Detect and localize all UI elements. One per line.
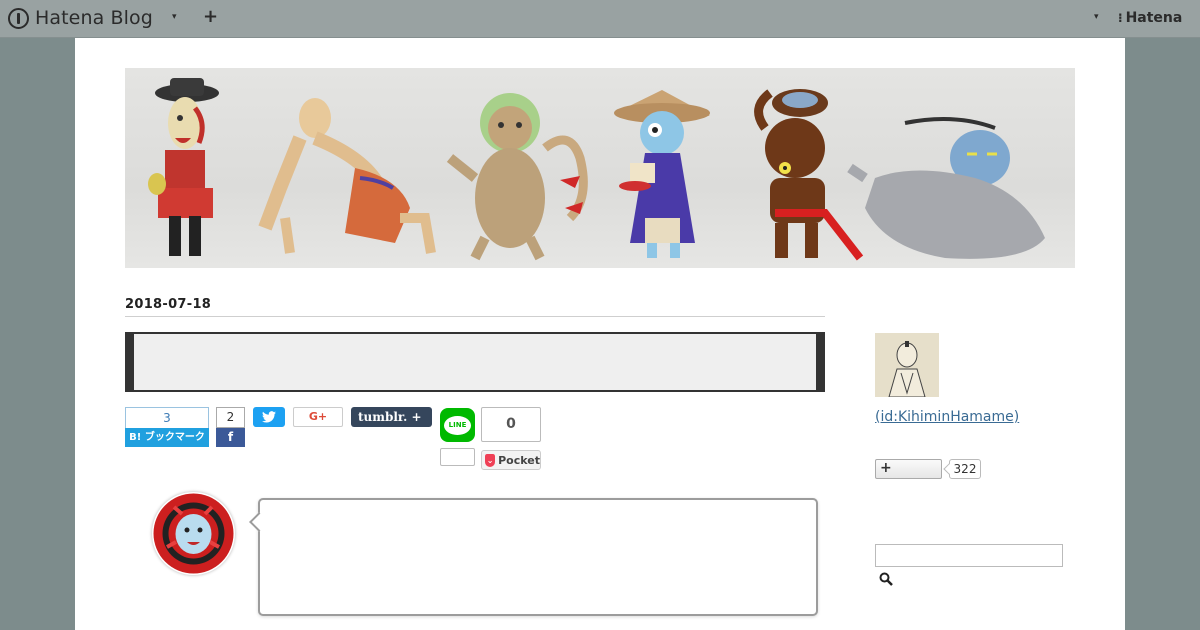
- twitter-icon: [262, 411, 276, 423]
- hatena-link[interactable]: ⁝ Hatena: [1118, 10, 1182, 26]
- facebook-share-button[interactable]: 2 f: [216, 407, 245, 447]
- yokai-figure-2: [258, 98, 436, 254]
- blog-menu-chevron-down-icon[interactable]: ▾: [172, 12, 177, 22]
- hatena-bookmark-label: B! ブックマーク: [125, 428, 209, 447]
- date-divider: [125, 316, 825, 317]
- pocket-label: Pocket: [498, 453, 540, 467]
- search-icon[interactable]: [879, 572, 893, 586]
- entry-title-box: [125, 332, 825, 392]
- profile-portrait: [875, 333, 939, 397]
- add-entry-button[interactable]: +: [203, 6, 218, 27]
- hatena-blog-logo-text: Hatena Blog: [35, 7, 153, 29]
- yokai-figure-6: [847, 117, 1045, 259]
- facebook-share-count: 2: [216, 407, 245, 428]
- hatena-bookmark-button[interactable]: 3 B! ブックマーク: [125, 407, 209, 447]
- hatena-blog-logo[interactable]: Hatena Blog: [8, 7, 153, 29]
- subscriber-count: 322: [949, 459, 981, 479]
- entry-date[interactable]: 2018-07-18: [125, 297, 211, 312]
- tumblr-share-button[interactable]: tumblr. +: [351, 407, 432, 427]
- search-input[interactable]: [875, 544, 1063, 567]
- pocket-button[interactable]: ⌄ Pocket: [481, 450, 541, 470]
- profile-id-link[interactable]: (id:KihiminHamame): [875, 409, 1019, 425]
- pocket-count: 0: [481, 407, 541, 442]
- yokai-figure-4: [614, 90, 710, 258]
- user-menu-chevron-down-icon[interactable]: ▾: [1094, 12, 1099, 22]
- profile-image[interactable]: [875, 333, 939, 397]
- hatena-icon: ⁝: [1118, 11, 1123, 25]
- author-speech-bubble: [258, 498, 818, 616]
- hatena-bookmark-count[interactable]: 3: [125, 407, 209, 428]
- google-plus-share-button[interactable]: G+: [293, 407, 343, 427]
- line-icon: LINE: [444, 415, 471, 435]
- facebook-icon: f: [216, 428, 245, 447]
- line-share-button[interactable]: LINE: [440, 408, 475, 442]
- yokai-illustration: [148, 78, 1045, 261]
- blog-page: 2018-07-18 3 B! ブックマーク 2 f G+ tumblr. + …: [75, 38, 1125, 630]
- hatena-link-label: Hatena: [1125, 10, 1183, 26]
- subscribe-button[interactable]: +: [875, 459, 942, 479]
- global-header: Hatena Blog ▾ + ▾ ⁝ Hatena: [0, 0, 1200, 38]
- author-avatar: [152, 492, 235, 575]
- hatena-blog-logo-icon: [8, 7, 29, 29]
- yokai-figure-3: [446, 93, 588, 261]
- yokai-figure-5: [754, 89, 864, 261]
- yokai-figure-1: [148, 78, 219, 256]
- twitter-share-button[interactable]: [253, 407, 285, 427]
- blog-header-image[interactable]: [125, 68, 1075, 268]
- line-share-count: [440, 448, 475, 466]
- author-avatar-image: [153, 493, 234, 574]
- pocket-icon: ⌄: [485, 453, 496, 467]
